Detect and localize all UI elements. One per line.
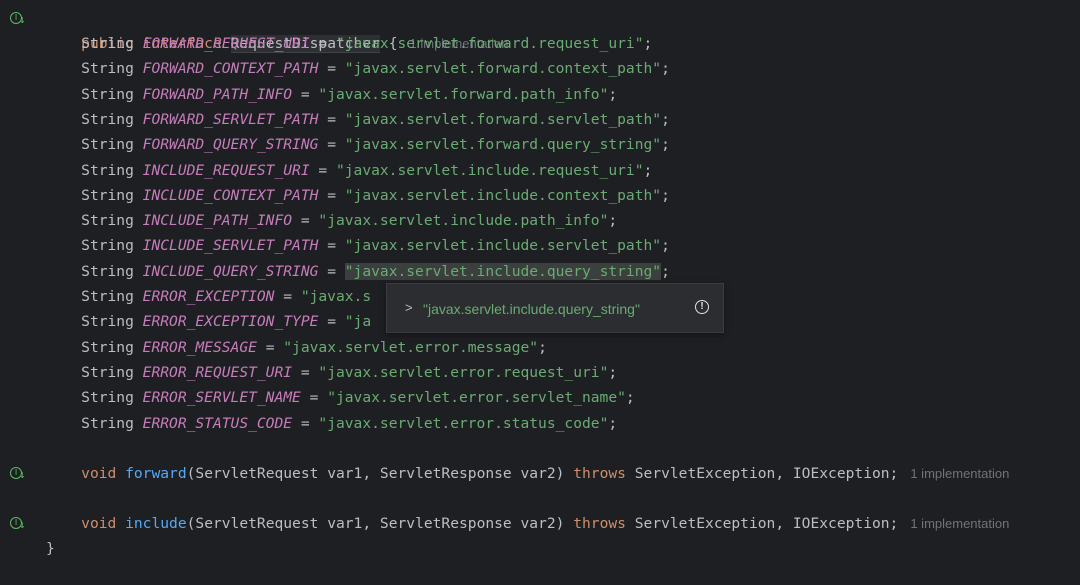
type-name: String [81,110,134,128]
constant-value: "javax.servlet.forward.context_path" [344,60,662,78]
method-name-forward[interactable]: forward [125,465,187,482]
closing-brace-line: } [46,536,55,561]
implementation-gutter-icon[interactable]: I [10,12,26,26]
constant-declaration-line: String FORWARD_REQUEST_URI = "javax.serv… [81,35,653,52]
type-name: String [81,85,134,103]
constant-name[interactable]: FORWARD_CONTEXT_PATH [143,60,319,77]
method-exceptions: ServletException, IOException; [634,465,899,482]
type-name: String [81,35,134,52]
method-params: (ServletRequest var1, ServletResponse va… [186,465,565,482]
type-name: String [81,389,134,407]
implementation-hint[interactable]: 1 implementation [910,516,1009,531]
constant-name[interactable]: FORWARD_REQUEST_URI [143,35,310,52]
constant-declaration-line: String FORWARD_QUERY_STRING = "javax.ser… [81,136,670,154]
constant-declaration-line: String ERROR_STATUS_CODE = "javax.servle… [81,414,618,432]
constant-value: "javax.servlet.forward.path_info" [318,85,609,103]
constant-value: "ja [344,313,372,331]
return-type: void [81,515,117,532]
method-params: (ServletRequest var1, ServletResponse va… [186,515,565,532]
constant-name[interactable]: ERROR_REQUEST_URI [143,364,292,381]
constant-value: "javax.s [300,288,372,305]
type-name: String [81,414,134,432]
constant-declaration-line: String ERROR_MESSAGE = "javax.servlet.er… [81,338,547,356]
constant-declaration-line: String INCLUDE_REQUEST_URI = "javax.serv… [81,161,653,179]
type-name: String [81,60,134,78]
constant-value: "javax.servlet.include.path_info" [318,212,609,230]
constant-name[interactable]: FORWARD_SERVLET_PATH [143,111,319,128]
warning-circle-icon[interactable]: ! [695,300,709,314]
constant-value: "javax.servlet.error.message" [283,338,539,356]
type-name: String [81,186,134,204]
keyword-throws: throws [573,515,626,532]
type-name: String [81,313,134,331]
constant-name[interactable]: ERROR_MESSAGE [143,339,257,356]
type-name: String [81,363,134,381]
type-name: String [81,288,134,305]
implementation-gutter-icon[interactable]: I [10,517,26,531]
constant-value: "javax.servlet.forward.servlet_path" [344,110,662,128]
constant-name[interactable]: INCLUDE_QUERY_STRING [143,263,319,280]
constant-name[interactable]: ERROR_STATUS_CODE [143,415,292,432]
constant-declaration-line: String INCLUDE_PATH_INFO = "javax.servle… [81,212,618,230]
constant-name[interactable]: ERROR_EXCEPTION_TYPE [143,313,319,330]
constant-value: "javax.servlet.error.request_uri" [318,363,609,381]
constant-declaration-line: String INCLUDE_CONTEXT_PATH = "javax.ser… [81,186,670,204]
constant-name[interactable]: FORWARD_QUERY_STRING [143,136,319,153]
type-name: String [81,237,134,255]
close-brace: } [46,540,55,557]
type-name: String [81,262,134,280]
constant-value: "javax.servlet.include.query_string" [344,262,662,280]
type-name: String [81,161,134,179]
constant-name[interactable]: INCLUDE_SERVLET_PATH [143,237,319,254]
constant-declaration-line: String FORWARD_CONTEXT_PATH = "javax.ser… [81,60,670,78]
constant-value: "javax.servlet.include.context_path" [344,186,662,204]
type-name: String [81,136,134,154]
constant-declaration-line: String ERROR_REQUEST_URI = "javax.servle… [81,363,618,381]
constant-value: "javax.servlet.error.servlet_name" [327,389,626,407]
constant-name[interactable]: FORWARD_PATH_INFO [143,86,292,103]
constant-name[interactable]: INCLUDE_CONTEXT_PATH [143,187,319,204]
constant-name[interactable]: INCLUDE_REQUEST_URI [143,162,310,179]
constant-value: "javax.servlet.forward.request_uri" [335,35,644,52]
type-name: String [81,338,134,356]
value-tooltip[interactable]: > "javax.servlet.include.query_string" ! [386,283,724,333]
constant-value: "javax.servlet.include.request_uri" [335,161,644,179]
constant-value: "javax.servlet.include.servlet_path" [344,237,662,255]
constant-declaration-line: String ERROR_SERVLET_NAME = "javax.servl… [81,389,635,407]
constant-declaration-line: String ERROR_EXCEPTION = "javax.s [81,288,372,305]
implementation-hint[interactable]: 1 implementation [910,466,1009,481]
method-forward-line: void forward(ServletRequest var1, Servle… [46,461,1009,486]
constant-name[interactable]: INCLUDE_PATH_INFO [143,212,292,229]
line-gutter: I I I [0,0,40,585]
type-name: String [81,212,134,230]
constant-declaration-line: String ERROR_EXCEPTION_TYPE = "ja [81,313,372,331]
method-name-include[interactable]: include [125,515,187,532]
return-type: void [81,465,117,482]
constant-name[interactable]: ERROR_SERVLET_NAME [143,389,301,406]
tooltip-text: "javax.servlet.include.query_string" [423,301,640,317]
constant-value: "javax.servlet.forward.query_string" [344,136,662,154]
constant-value: "javax.servlet.error.status_code" [318,414,609,432]
implementation-gutter-icon[interactable]: I [10,467,26,481]
constant-declaration-line: String INCLUDE_QUERY_STRING = "javax.ser… [81,262,670,280]
method-include-line: void include(ServletRequest var1, Servle… [46,511,1009,536]
keyword-throws: throws [573,465,626,482]
constant-declaration-line: String FORWARD_SERVLET_PATH = "javax.ser… [81,110,670,128]
constant-declaration-line: String FORWARD_PATH_INFO = "javax.servle… [81,85,618,103]
constant-name[interactable]: ERROR_EXCEPTION [143,288,275,305]
chevron-right-icon[interactable]: > [405,300,413,315]
method-exceptions: ServletException, IOException; [634,515,899,532]
interface-declaration-line: public interface RequestDispatcher {1 im… [46,6,509,53]
constant-declaration-line: String INCLUDE_SERVLET_PATH = "javax.ser… [81,237,670,255]
